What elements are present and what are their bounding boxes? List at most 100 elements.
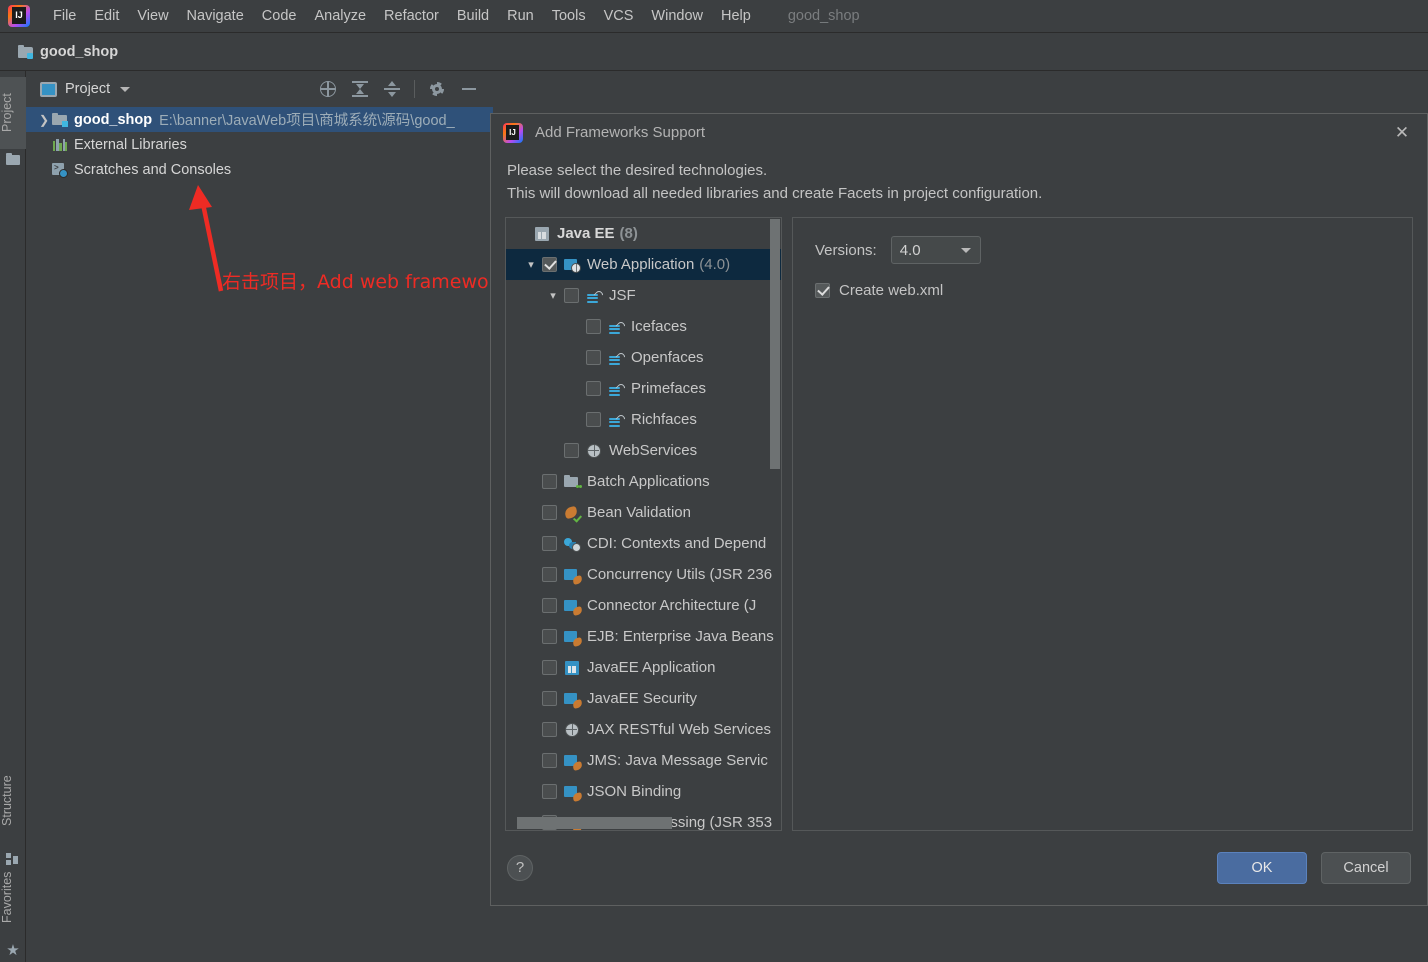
framework-checkbox[interactable] xyxy=(542,598,557,613)
framework-tree-row[interactable]: Richfaces xyxy=(506,404,781,435)
framework-tree-row[interactable]: ▾ Web Application (4.0) xyxy=(506,249,781,280)
versions-selected-value: 4.0 xyxy=(899,241,921,259)
framework-tree-row[interactable]: Concurrency Utils (JSR 236 xyxy=(506,559,781,590)
framework-tree-row[interactable]: JSON Binding xyxy=(506,776,781,807)
frameworks-tree-vertical-scrollbar[interactable] xyxy=(770,219,780,829)
minimize-icon[interactable] xyxy=(459,79,479,99)
framework-tree-row[interactable]: Primefaces xyxy=(506,373,781,404)
stripe-button-favorites[interactable]: Favorites xyxy=(0,854,26,940)
framework-checkbox[interactable] xyxy=(586,350,601,365)
intellij-logo-icon xyxy=(503,122,523,143)
tree-item-scratches-and-consoles[interactable]: > Scratches and Consoles xyxy=(26,157,493,182)
framework-tree-row[interactable]: CDI: Contexts and Depend xyxy=(506,528,781,559)
menu-edit[interactable]: Edit xyxy=(85,6,128,26)
framework-checkbox[interactable] xyxy=(586,319,601,334)
menu-help[interactable]: Help xyxy=(712,6,760,26)
menu-tools[interactable]: Tools xyxy=(543,6,595,26)
collapse-all-icon[interactable] xyxy=(382,79,402,99)
framework-tree-row[interactable]: JAX RESTful Web Services xyxy=(506,714,781,745)
framework-checkbox[interactable] xyxy=(564,288,579,303)
stripe-button-project[interactable]: Project xyxy=(0,77,26,149)
scrollbar-thumb[interactable] xyxy=(770,219,780,469)
close-icon[interactable]: ✕ xyxy=(1391,122,1413,144)
project-panel-toolbar xyxy=(318,71,493,107)
framework-tree-row[interactable]: Bean Validation xyxy=(506,497,781,528)
stripe-button-structure[interactable]: Structure xyxy=(0,760,26,842)
javaee-module-icon xyxy=(564,598,583,616)
module-icon xyxy=(52,112,68,128)
framework-checkbox[interactable] xyxy=(542,784,557,799)
framework-label: Concurrency Utils (JSR 236 xyxy=(587,566,773,583)
bean-validation-icon xyxy=(563,505,581,521)
dialog-title: Add Frameworks Support xyxy=(535,124,706,141)
help-button[interactable]: ? xyxy=(507,855,533,881)
framework-tree-row[interactable]: EJB: Enterprise Java Beans xyxy=(506,621,781,652)
menu-run[interactable]: Run xyxy=(498,6,543,26)
framework-tree-row[interactable]: JMS: Java Message Servic xyxy=(506,745,781,776)
chevron-right-icon[interactable]: ❯ xyxy=(36,114,52,126)
framework-tree-row[interactable]: Java EE (8) xyxy=(506,218,781,249)
cdi-icon xyxy=(564,536,581,552)
tree-item-good-shop[interactable]: ❯ good_shop E:\banner\JavaWeb项目\商城系统\源码\… xyxy=(26,107,493,132)
framework-checkbox[interactable] xyxy=(542,691,557,706)
chevron-down-icon[interactable]: ▾ xyxy=(542,289,564,302)
framework-tree-row[interactable]: ▾ JSF xyxy=(506,280,781,311)
chevron-down-icon[interactable]: ▾ xyxy=(520,258,542,271)
breadcrumb-good-shop[interactable]: good_shop xyxy=(18,44,118,60)
tree-item-external-libraries[interactable]: External Libraries xyxy=(26,132,493,157)
annotation-text: 右击项目，Add web framework xyxy=(222,271,508,293)
chevron-down-icon[interactable] xyxy=(120,86,131,92)
star-icon: ★ xyxy=(6,942,20,959)
javaee-module-icon xyxy=(564,691,583,709)
javaee-module-icon xyxy=(564,567,583,585)
jsf-icon xyxy=(586,288,603,304)
menu-file[interactable]: File xyxy=(44,6,85,26)
menu-code[interactable]: Code xyxy=(253,6,306,26)
libraries-icon xyxy=(52,137,68,153)
framework-tree-row[interactable]: Openfaces xyxy=(506,342,781,373)
framework-checkbox[interactable] xyxy=(586,381,601,396)
framework-version: (4.0) xyxy=(699,256,731,273)
framework-checkbox[interactable] xyxy=(542,722,557,737)
menu-vcs[interactable]: VCS xyxy=(595,6,643,26)
menu-refactor[interactable]: Refactor xyxy=(375,6,448,26)
framework-checkbox[interactable] xyxy=(542,474,557,489)
framework-label: JavaEE Application xyxy=(587,659,716,676)
menu-window[interactable]: Window xyxy=(642,6,712,26)
framework-checkbox[interactable] xyxy=(542,257,557,272)
framework-tree-row[interactable]: JavaEE Security xyxy=(506,683,781,714)
menu-navigate[interactable]: Navigate xyxy=(178,6,253,26)
versions-row: Versions: 4.0 xyxy=(815,236,1412,264)
locate-icon[interactable] xyxy=(318,79,338,99)
create-webxml-row[interactable]: Create web.xml xyxy=(815,282,1412,299)
create-webxml-checkbox[interactable] xyxy=(815,283,830,298)
breadcrumb-label: good_shop xyxy=(40,43,119,60)
framework-tree-row[interactable]: WebServices xyxy=(506,435,781,466)
framework-tree-row[interactable]: Connector Architecture (J xyxy=(506,590,781,621)
menu-build[interactable]: Build xyxy=(448,6,498,26)
framework-tree-row[interactable]: JavaEE Application xyxy=(506,652,781,683)
framework-checkbox[interactable] xyxy=(586,412,601,427)
gear-icon[interactable] xyxy=(427,79,447,99)
framework-checkbox[interactable] xyxy=(542,505,557,520)
versions-dropdown[interactable]: 4.0 xyxy=(890,236,981,264)
cancel-button[interactable]: Cancel xyxy=(1321,852,1411,884)
framework-checkbox[interactable] xyxy=(564,443,579,458)
scrollbar-thumb[interactable] xyxy=(517,817,672,829)
framework-checkbox[interactable] xyxy=(542,536,557,551)
framework-checkbox[interactable] xyxy=(542,567,557,582)
scratches-icon: > xyxy=(52,162,68,178)
ok-button[interactable]: OK xyxy=(1217,852,1307,884)
frameworks-tree-horizontal-scrollbar[interactable] xyxy=(507,817,769,829)
framework-tree-row[interactable]: Icefaces xyxy=(506,311,781,342)
window-project-name: good_shop xyxy=(787,8,860,24)
framework-checkbox[interactable] xyxy=(542,629,557,644)
dialog-footer: ? OK Cancel xyxy=(491,831,1427,905)
menu-analyze[interactable]: Analyze xyxy=(305,6,375,26)
expand-all-icon[interactable] xyxy=(350,79,370,99)
tree-item-label: Scratches and Consoles xyxy=(74,161,232,178)
framework-checkbox[interactable] xyxy=(542,753,557,768)
framework-checkbox[interactable] xyxy=(542,660,557,675)
framework-tree-row[interactable]: Batch Applications xyxy=(506,466,781,497)
menu-view[interactable]: View xyxy=(128,6,177,26)
